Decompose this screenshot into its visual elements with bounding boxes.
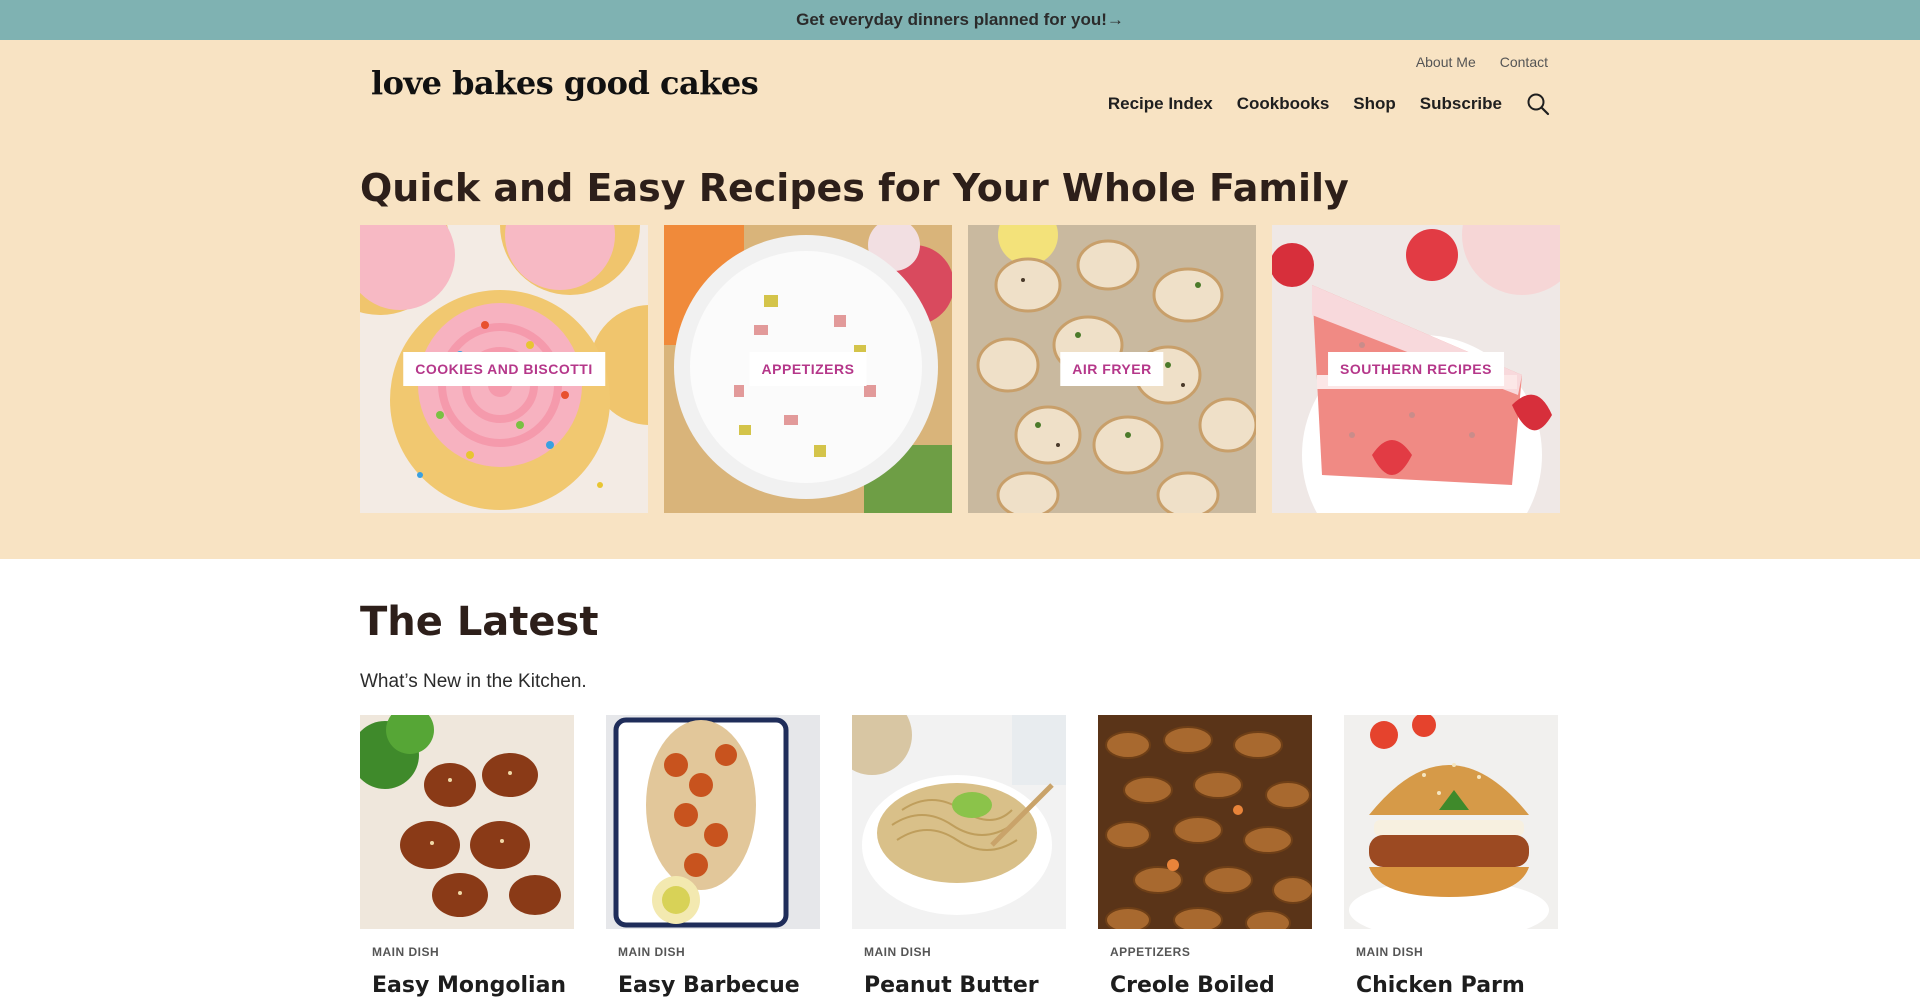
post-title[interactable]: Easy Barbecue bbox=[618, 973, 820, 998]
latest-title: The Latest bbox=[360, 599, 599, 645]
post-title[interactable]: Creole Boiled bbox=[1110, 973, 1312, 998]
post-card[interactable]: MAIN DISH Chicken Parm bbox=[1344, 715, 1558, 998]
hero-section: love bakes good cakes About Me Contact R… bbox=[0, 40, 1920, 559]
nav-recipe-index[interactable]: Recipe Index bbox=[1108, 94, 1213, 114]
post-category[interactable]: MAIN DISH bbox=[372, 945, 574, 959]
post-image[interactable] bbox=[360, 715, 574, 929]
post-category[interactable]: MAIN DISH bbox=[618, 945, 820, 959]
site-header: love bakes good cakes About Me Contact R… bbox=[360, 40, 1560, 152]
post-card[interactable]: MAIN DISH Easy Barbecue bbox=[606, 715, 820, 998]
latest-subtitle: What’s New in the Kitchen. bbox=[360, 671, 587, 692]
post-grid: MAIN DISH Easy Mongolian MAIN DISH Easy … bbox=[360, 715, 1560, 998]
nav-contact[interactable]: Contact bbox=[1500, 54, 1548, 70]
post-title[interactable]: Easy Mongolian bbox=[372, 973, 574, 998]
hero-title: Quick and Easy Recipes for Your Whole Fa… bbox=[360, 166, 1349, 210]
category-card-appetizers[interactable]: APPETIZERS bbox=[664, 224, 952, 513]
category-card-cookies[interactable]: COOKIES AND BISCOTTI bbox=[360, 224, 648, 513]
nav-subscribe[interactable]: Subscribe bbox=[1420, 94, 1502, 114]
category-card-southern-recipes[interactable]: SOUTHERN RECIPES bbox=[1272, 224, 1560, 513]
post-card[interactable]: APPETIZERS Creole Boiled bbox=[1098, 715, 1312, 998]
site-logo[interactable]: love bakes good cakes bbox=[371, 64, 759, 102]
post-category[interactable]: MAIN DISH bbox=[864, 945, 1066, 959]
main-nav: Recipe Index Cookbooks Shop Subscribe bbox=[1108, 92, 1550, 116]
announcement-text[interactable]: Get everyday dinners planned for you!→ bbox=[796, 10, 1124, 30]
category-label[interactable]: AIR FRYER bbox=[1060, 351, 1164, 386]
post-image[interactable] bbox=[606, 715, 820, 929]
category-label[interactable]: APPETIZERS bbox=[749, 351, 867, 386]
announcement-bar[interactable]: Get everyday dinners planned for you!→ bbox=[0, 0, 1920, 40]
nav-shop[interactable]: Shop bbox=[1353, 94, 1396, 114]
category-grid: COOKIES AND BISCOTTI APPETIZERS AIR FRYE… bbox=[360, 224, 1560, 513]
search-icon[interactable] bbox=[1526, 92, 1550, 116]
post-card[interactable]: MAIN DISH Peanut Butter bbox=[852, 715, 1066, 998]
post-image[interactable] bbox=[1098, 715, 1312, 929]
category-label[interactable]: COOKIES AND BISCOTTI bbox=[403, 351, 605, 386]
post-card[interactable]: MAIN DISH Easy Mongolian bbox=[360, 715, 574, 998]
post-image[interactable] bbox=[1344, 715, 1558, 929]
nav-cookbooks[interactable]: Cookbooks bbox=[1237, 94, 1330, 114]
post-image[interactable] bbox=[852, 715, 1066, 929]
category-card-air-fryer[interactable]: AIR FRYER bbox=[968, 224, 1256, 513]
latest-section: The Latest What’s New in the Kitchen. MA… bbox=[360, 559, 1560, 998]
post-title[interactable]: Peanut Butter bbox=[864, 973, 1066, 998]
nav-about-me[interactable]: About Me bbox=[1416, 54, 1476, 70]
post-title[interactable]: Chicken Parm bbox=[1356, 973, 1558, 998]
utility-nav: About Me Contact bbox=[1416, 54, 1548, 70]
post-category[interactable]: APPETIZERS bbox=[1110, 945, 1312, 959]
category-label[interactable]: SOUTHERN RECIPES bbox=[1328, 351, 1504, 386]
post-category[interactable]: MAIN DISH bbox=[1356, 945, 1558, 959]
